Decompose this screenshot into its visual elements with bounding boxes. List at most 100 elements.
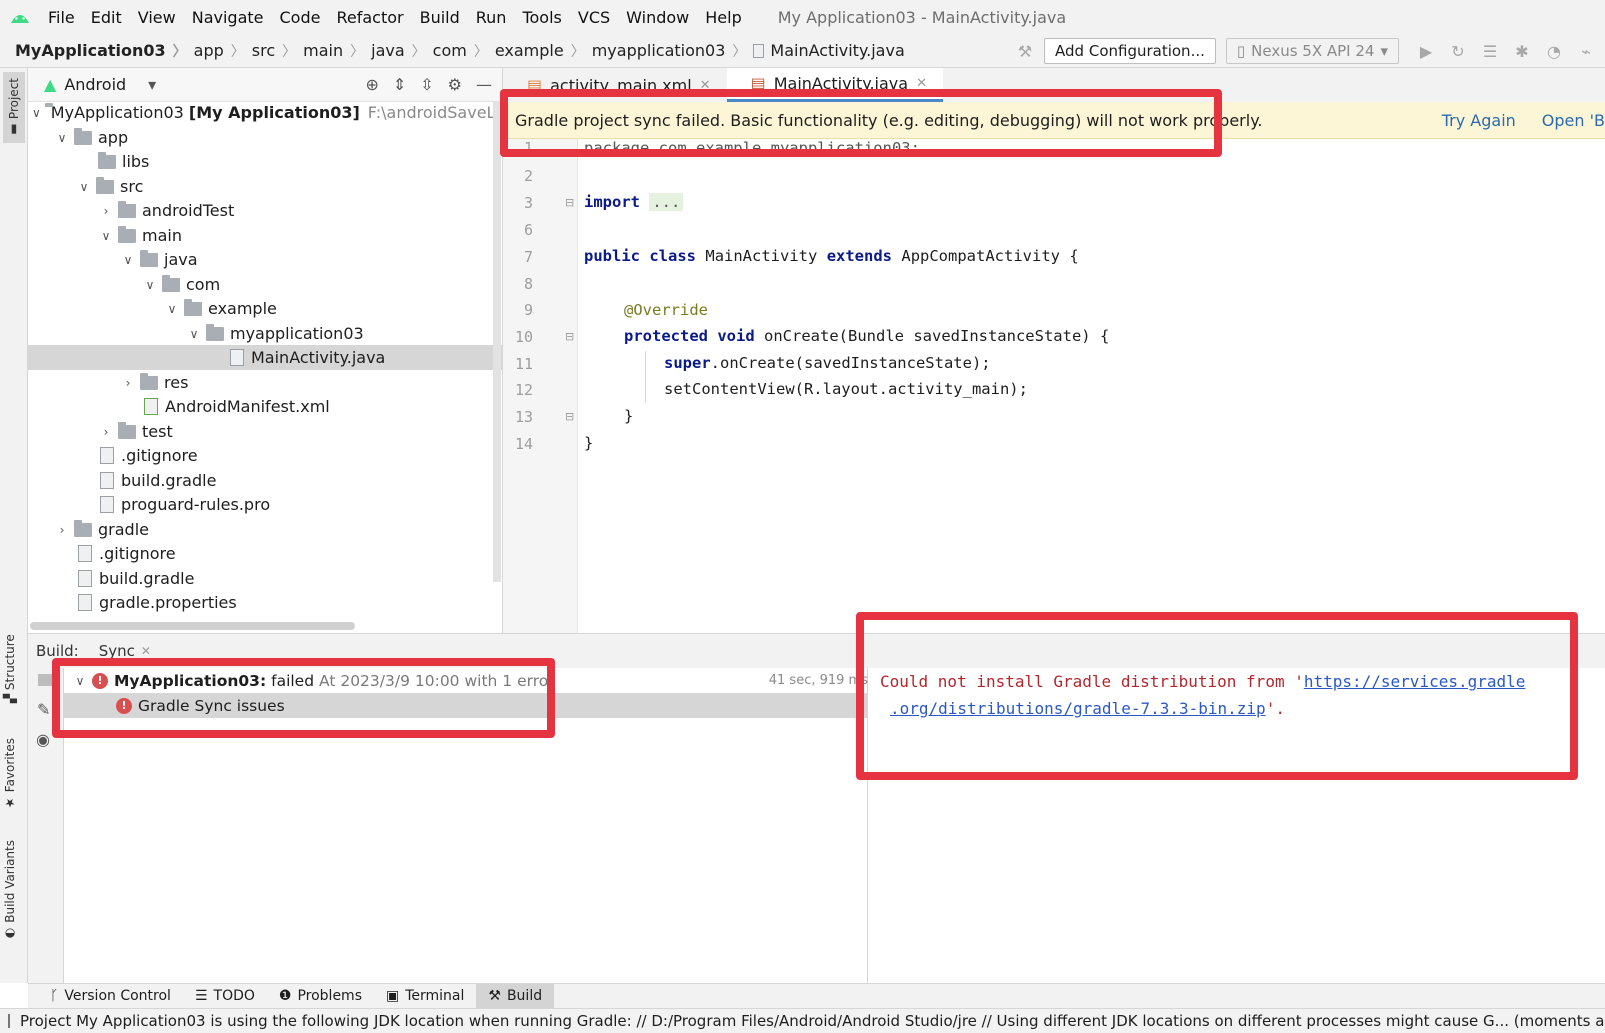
menu-build[interactable]: Build (412, 8, 468, 27)
build-issue-row[interactable]: ! Gradle Sync issues (64, 693, 868, 718)
close-icon[interactable]: ✕ (700, 78, 711, 93)
breadcrumb-example[interactable]: example 〉 (495, 41, 592, 61)
breadcrumb-file[interactable]: MainActivity.java (753, 41, 905, 60)
logcat-icon[interactable]: ☰ (1477, 38, 1503, 64)
tree-item-project-root[interactable]: ∨ MyApplication03 [My Application03] F:\… (28, 100, 502, 125)
tool-problems[interactable]: ❶ Problems (267, 984, 374, 1009)
tree-item-com[interactable]: ∨ com (28, 272, 502, 297)
menu-edit[interactable]: Edit (83, 8, 130, 27)
stop-icon[interactable] (38, 674, 54, 686)
menu-help[interactable]: Help (697, 8, 749, 27)
hammer-icon[interactable]: ⚒ (1012, 38, 1038, 64)
fold-marker-icon[interactable]: ⊟ (565, 410, 574, 423)
collapse-all-icon[interactable]: ⇳ (420, 75, 433, 94)
tree-item-myapplication03[interactable]: ∨ myapplication03 (28, 321, 502, 346)
tool-favorites[interactable]: ★ Favorites (3, 738, 17, 810)
menu-run[interactable]: Run (468, 8, 515, 27)
tree-item-gradle[interactable]: › gradle (28, 517, 502, 542)
tool-build-variants[interactable]: ◓ Build Variants (3, 840, 17, 941)
tree-item-java[interactable]: ∨ java (28, 247, 502, 272)
gear-icon[interactable]: ⚙ (448, 75, 462, 94)
tree-item-gradle-properties[interactable]: gradle.properties (28, 590, 502, 615)
tree-item-root-gitignore[interactable]: .gitignore (28, 541, 502, 566)
tree-item-test[interactable]: › test (28, 419, 502, 444)
project-view-selector[interactable]: ▲ Android ▾ (44, 75, 156, 94)
tree-item-example[interactable]: ∨ example (28, 296, 502, 321)
close-icon[interactable]: ✕ (916, 76, 927, 91)
tree-item-libs[interactable]: libs (28, 149, 502, 174)
build-output-console[interactable]: Could not install Gradle distribution fr… (868, 668, 1605, 983)
tool-structure[interactable]: ▞ Structure (3, 634, 17, 703)
menu-refactor[interactable]: Refactor (328, 8, 411, 27)
tree-item-root-build-gradle[interactable]: build.gradle (28, 566, 502, 591)
toggle-panels-icon[interactable] (8, 1014, 10, 1028)
breadcrumb-package[interactable]: myapplication03 〉 (592, 41, 754, 61)
tree-item-manifest[interactable]: AndroidManifest.xml (28, 394, 502, 419)
tree-item-app[interactable]: ∨ app (28, 125, 502, 150)
expand-all-icon[interactable]: ⇕ (393, 75, 406, 94)
minimize-icon[interactable]: — (476, 75, 492, 94)
open-build-link[interactable]: Open 'B (1542, 111, 1605, 130)
menu-vcs[interactable]: VCS (570, 8, 618, 27)
locate-icon[interactable]: ⊕ (365, 75, 378, 94)
try-again-link[interactable]: Try Again (1442, 111, 1516, 130)
fold-marker-icon[interactable]: ⊟ (565, 330, 574, 343)
code-editor[interactable]: package com.example.myapplication03; imp… (578, 139, 1605, 633)
breadcrumb-main[interactable]: main 〉 (303, 41, 371, 61)
tree-item-res[interactable]: › res (28, 370, 502, 395)
attach-debugger-icon[interactable]: ⌁ (1573, 38, 1599, 64)
tree-item-app-gitignore[interactable]: .gitignore (28, 443, 502, 468)
menu-window[interactable]: Window (618, 8, 697, 27)
breadcrumb-com[interactable]: com 〉 (433, 41, 495, 61)
gitignore-file-icon (78, 545, 92, 562)
tree-item-app-build-gradle[interactable]: build.gradle (28, 468, 502, 493)
rerun-icon[interactable]: ↻ (1445, 38, 1471, 64)
close-icon[interactable]: ✕ (141, 644, 151, 658)
tree-item-proguard[interactable]: proguard-rules.pro (28, 492, 502, 517)
tree-item-androidtest[interactable]: › androidTest (28, 198, 502, 223)
horizontal-scrollbar[interactable] (30, 622, 355, 630)
android-icon: ▲ (44, 75, 57, 94)
folder-icon (162, 274, 180, 292)
menu-tools[interactable]: Tools (514, 8, 569, 27)
tool-build[interactable]: ⚒ Build (476, 983, 555, 1009)
build-duration: 41 sec, 919 ms (768, 673, 868, 688)
line-number: 12 (514, 381, 533, 399)
build-root-row[interactable]: ∨ ! MyApplication03: failed At 2023/3/9 … (64, 668, 868, 693)
run-icon[interactable]: ▶ (1413, 38, 1439, 64)
folded-imports[interactable]: ... (649, 193, 684, 211)
menu-view[interactable]: View (130, 8, 184, 27)
breadcrumb-project[interactable]: MyApplication03 〉 (0, 41, 194, 61)
menu-navigate[interactable]: Navigate (184, 8, 272, 27)
vertical-scrollbar[interactable] (493, 102, 501, 582)
fold-marker-icon[interactable]: ⊟ (565, 196, 574, 209)
tool-project[interactable]: ▮ Project (3, 72, 25, 144)
tree-item-main[interactable]: ∨ main (28, 223, 502, 248)
breadcrumb-app[interactable]: app 〉 (194, 41, 252, 61)
pin-icon[interactable]: ✎ (37, 700, 50, 719)
tool-version-control[interactable]: ᚴ Version Control (38, 984, 183, 1009)
chevron-down-icon: ∨ (79, 179, 89, 194)
tab-mainactivity-java[interactable]: ▤ MainActivity.java ✕ (726, 68, 943, 102)
breadcrumb-src[interactable]: src 〉 (252, 41, 303, 61)
tool-terminal[interactable]: ▣ Terminal (374, 984, 476, 1009)
breadcrumb-java[interactable]: java 〉 (371, 41, 433, 61)
tab-activity-main-xml[interactable]: ▤ activity_main.xml ✕ (503, 68, 727, 102)
profile-icon[interactable]: ◔ (1541, 38, 1567, 64)
code-line-close-class: } (584, 434, 594, 452)
tree-item-mainactivity[interactable]: MainActivity.java (28, 345, 502, 370)
class-name: MainActivity (705, 247, 818, 265)
add-configuration-button[interactable]: Add Configuration... (1044, 38, 1216, 64)
tool-todo[interactable]: ☰ TODO (183, 984, 267, 1009)
tree-item-label: build.gradle (99, 569, 195, 588)
gradle-distribution-link[interactable]: https://services.gradle (1304, 672, 1526, 691)
eye-icon[interactable]: ◉ (36, 730, 50, 749)
debug-icon[interactable]: ✱ (1509, 38, 1535, 64)
menu-code[interactable]: Code (272, 8, 329, 27)
device-selector[interactable]: ▯ Nexus 5X API 24 ▾ (1225, 38, 1399, 64)
gradle-file-icon (78, 570, 92, 587)
tab-sync[interactable]: Sync ✕ (99, 642, 151, 660)
tree-item-src[interactable]: ∨ src (28, 174, 502, 199)
gradle-distribution-link-cont[interactable]: .org/distributions/gradle-7.3.3-bin.zip (890, 699, 1266, 718)
menu-file[interactable]: File (40, 8, 83, 27)
